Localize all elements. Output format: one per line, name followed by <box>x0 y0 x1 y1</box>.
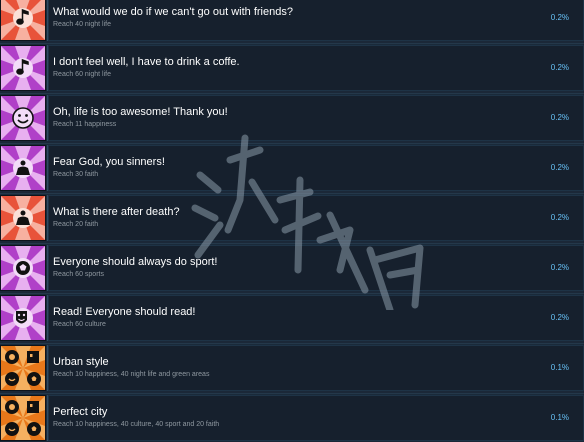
row-panel <box>48 145 584 191</box>
soccer-ball-icon <box>0 245 46 291</box>
row-panel <box>48 345 584 391</box>
row-panel <box>48 195 584 241</box>
achievement-description: Reach 60 night life <box>53 71 111 78</box>
praying-person-icon <box>0 145 46 191</box>
achievement-title: Oh, life is too awesome! Thank you! <box>53 106 228 118</box>
achievement-title: I don't feel well, I have to drink a cof… <box>53 56 240 68</box>
achievement-description: Reach 60 culture <box>53 321 106 328</box>
achievement-percent: 0.2% <box>550 113 569 122</box>
achievement-percent: 0.2% <box>550 213 569 222</box>
achievement-title: Fear God, you sinners! <box>53 156 165 168</box>
achievement-row[interactable]: Oh, life is too awesome! Thank you! Reac… <box>0 93 584 141</box>
achievement-title: Everyone should always do sport! <box>53 256 218 268</box>
row-panel <box>48 395 584 441</box>
achievement-row[interactable]: What is there after death? Reach 20 fait… <box>0 193 584 241</box>
achievement-row[interactable]: Perfect city Reach 10 happiness, 40 cult… <box>0 393 584 441</box>
praying-person-icon <box>0 195 46 241</box>
achievement-row[interactable]: Urban style Reach 10 happiness, 40 night… <box>0 343 584 391</box>
music-note-icon <box>0 45 46 91</box>
row-panel <box>48 295 584 341</box>
achievement-percent: 0.1% <box>550 363 569 372</box>
theater-masks-icon <box>0 295 46 341</box>
achievement-percent: 0.2% <box>550 263 569 272</box>
achievement-title: Urban style <box>53 356 109 368</box>
achievement-row[interactable]: Fear God, you sinners! Reach 30 faith 0.… <box>0 143 584 191</box>
city-mixed-icon <box>0 345 46 391</box>
achievement-row[interactable]: I don't feel well, I have to drink a cof… <box>0 43 584 91</box>
achievement-percent: 0.2% <box>550 313 569 322</box>
achievement-row[interactable]: Everyone should always do sport! Reach 6… <box>0 243 584 291</box>
achievement-percent: 0.2% <box>550 163 569 172</box>
row-panel <box>48 245 584 291</box>
achievement-description: Reach 11 happiness <box>53 121 117 128</box>
smiley-icon <box>0 95 46 141</box>
achievement-percent: 0.2% <box>550 13 569 22</box>
row-panel <box>48 95 584 141</box>
achievement-title: Perfect city <box>53 406 108 418</box>
achievement-description: Reach 20 faith <box>53 221 99 228</box>
music-note-icon <box>0 0 46 41</box>
achievement-title: Read! Everyone should read! <box>53 306 196 318</box>
achievement-description: Reach 60 sports <box>53 271 104 278</box>
achievement-description: Reach 10 happiness, 40 culture, 40 sport… <box>53 421 220 428</box>
achievement-title: What would we do if we can't go out with… <box>53 6 293 18</box>
row-panel <box>48 45 584 91</box>
achievement-description: Reach 40 night life <box>53 21 111 28</box>
achievement-percent: 0.1% <box>550 413 569 422</box>
achievement-percent: 0.2% <box>550 63 569 72</box>
achievement-row[interactable]: What would we do if we can't go out with… <box>0 0 584 41</box>
achievement-row[interactable]: Read! Everyone should read! Reach 60 cul… <box>0 293 584 341</box>
achievement-title: What is there after death? <box>53 206 180 218</box>
city-mixed-icon <box>0 395 46 441</box>
achievement-description: Reach 10 happiness, 40 night life and gr… <box>53 371 210 378</box>
achievement-description: Reach 30 faith <box>53 171 99 178</box>
